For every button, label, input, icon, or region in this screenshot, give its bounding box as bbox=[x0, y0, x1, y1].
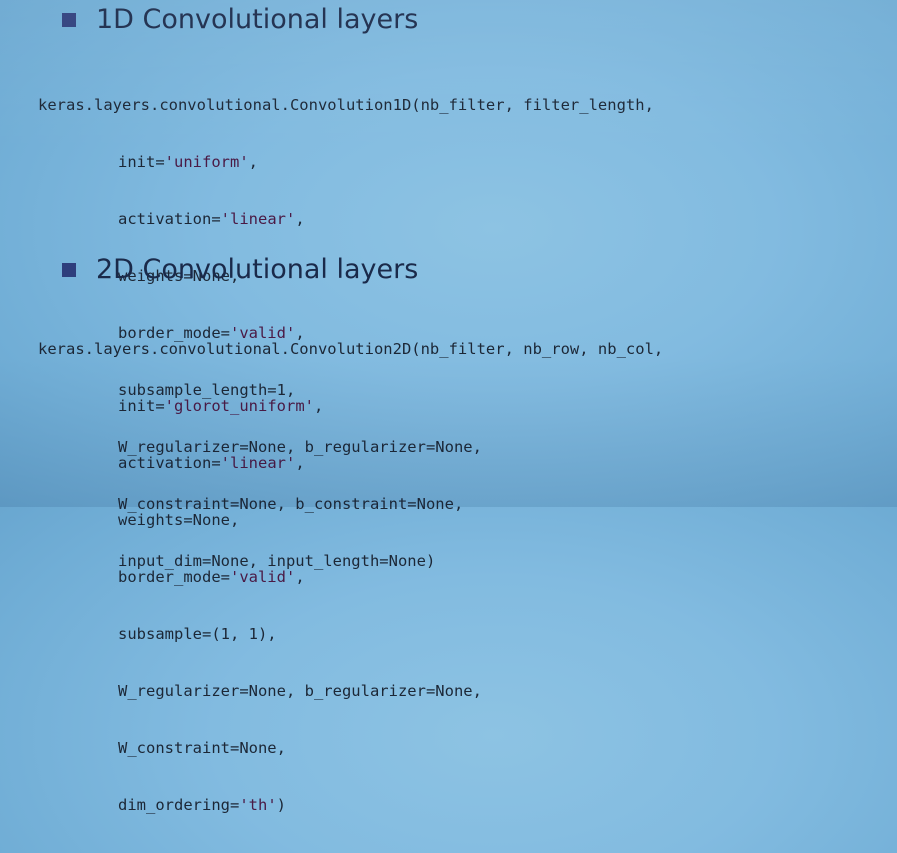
heading-1d: 1D Convolutional layers bbox=[62, 4, 418, 35]
heading-2d: 2D Convolutional layers bbox=[62, 254, 418, 285]
code-line: activation='linear', bbox=[118, 210, 305, 228]
code-line: init='glorot_uniform', bbox=[118, 397, 324, 415]
code-line: subsample=(1, 1), bbox=[118, 625, 277, 643]
code-line: W_constraint=None, bbox=[118, 739, 286, 757]
code-line: border_mode='valid', bbox=[118, 568, 305, 586]
code-line: dim_ordering='th') bbox=[118, 796, 286, 814]
heading-2d-text: 2D Convolutional layers bbox=[96, 254, 419, 285]
code-line: keras.layers.convolutional.Convolution1D… bbox=[38, 96, 654, 114]
code-line: W_regularizer=None, b_regularizer=None, bbox=[118, 682, 482, 700]
code-line: activation='linear', bbox=[118, 454, 305, 472]
code-block-2d: keras.layers.convolutional.Convolution2D… bbox=[38, 302, 663, 853]
square-bullet-icon bbox=[62, 262, 76, 277]
square-bullet-icon bbox=[62, 12, 76, 27]
code-line: keras.layers.convolutional.Convolution2D… bbox=[38, 340, 664, 358]
heading-1d-text: 1D Convolutional layers bbox=[96, 4, 419, 35]
code-line: init='uniform', bbox=[118, 153, 259, 171]
code-line: weights=None, bbox=[118, 511, 240, 529]
